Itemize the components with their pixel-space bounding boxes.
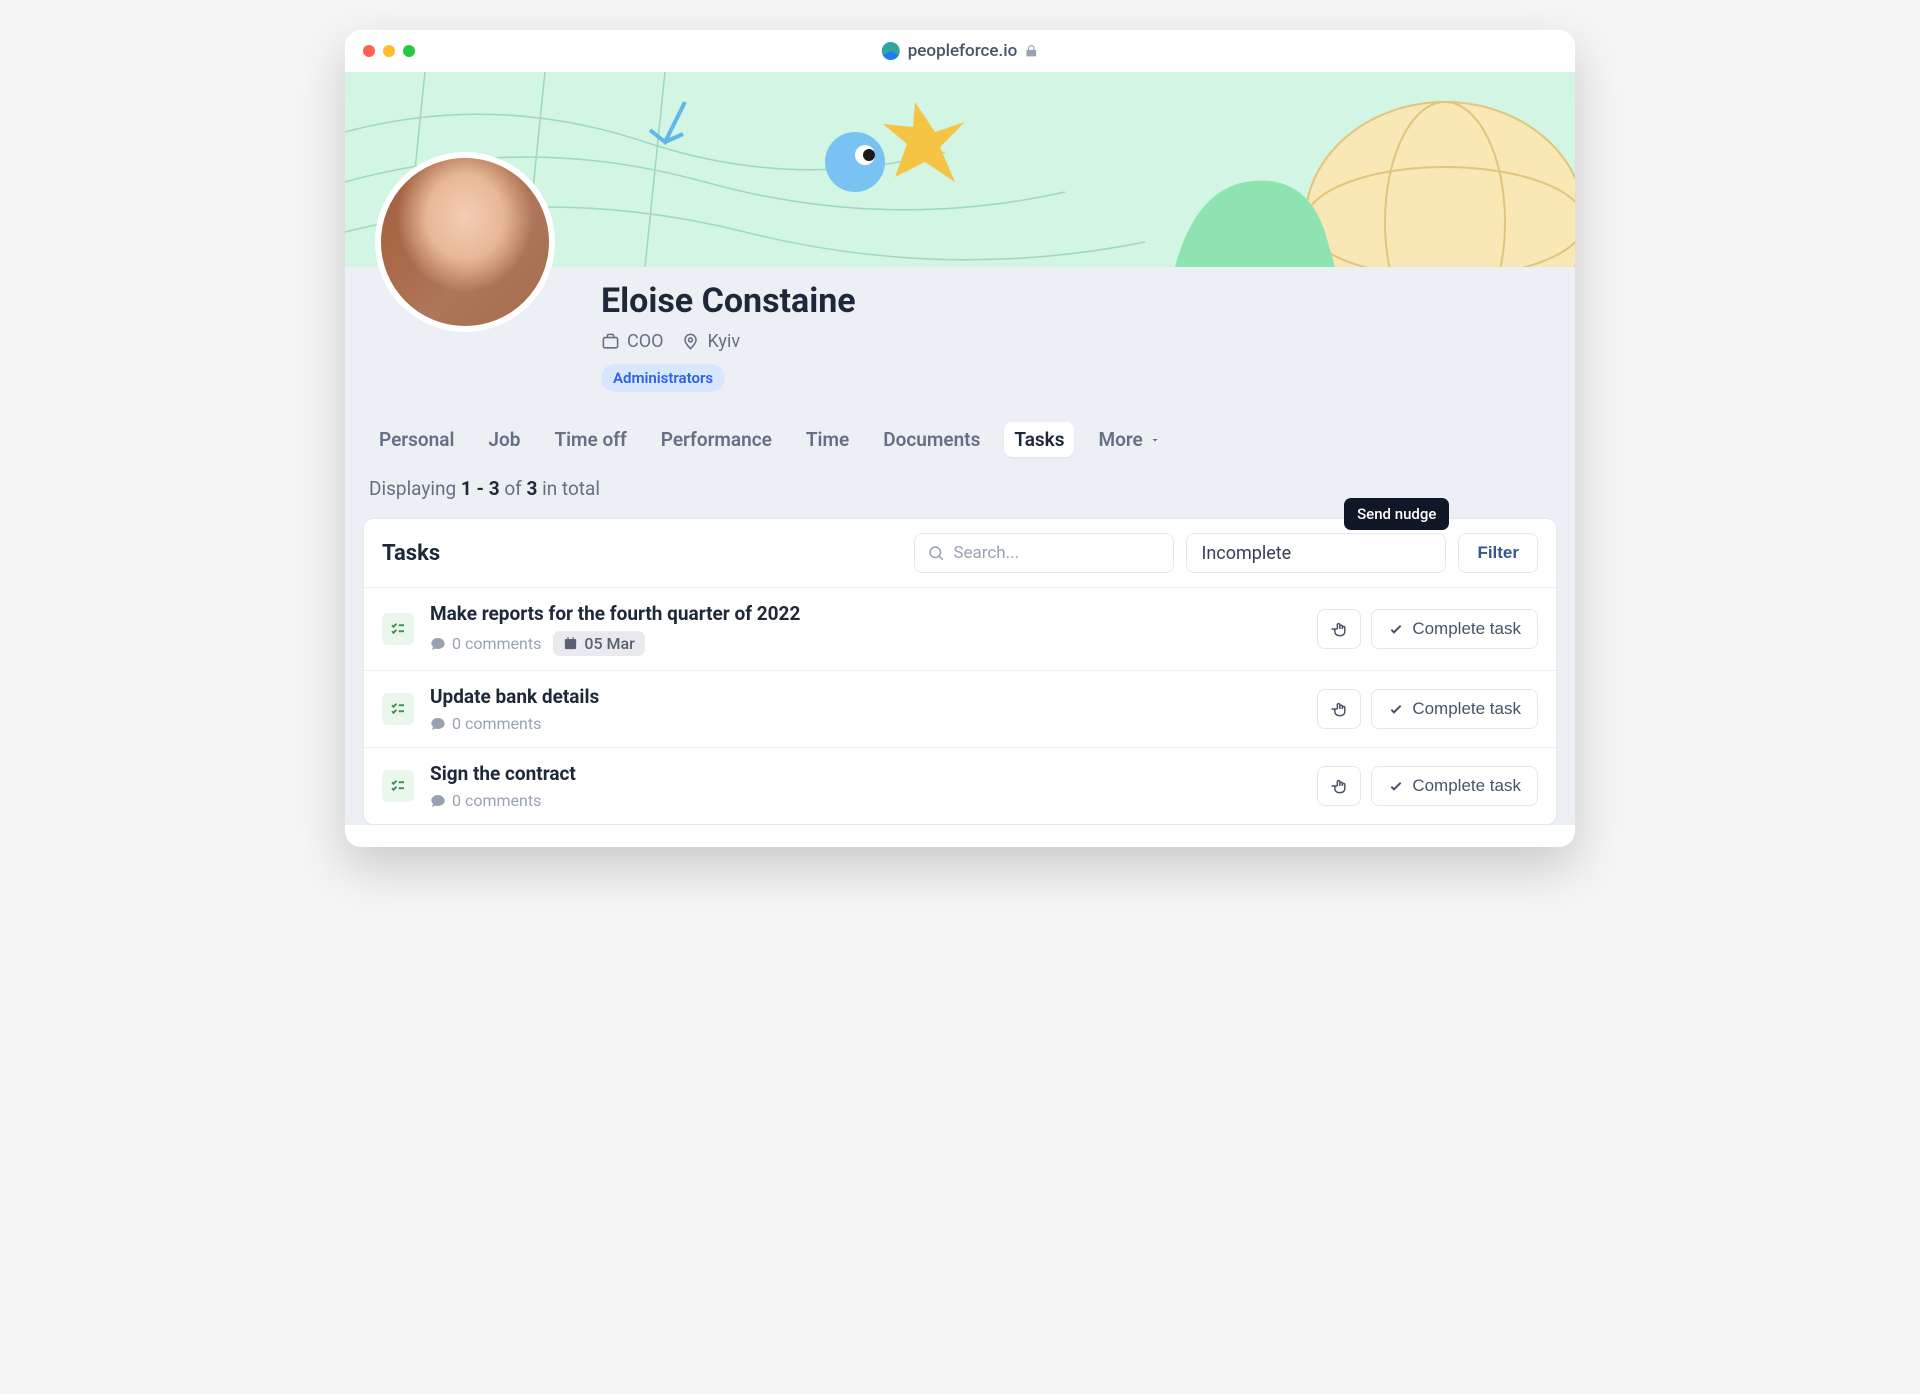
tasks-card: Tasks Search... Incomplete Send nudge Fi… xyxy=(363,518,1557,825)
briefcase-icon xyxy=(601,332,620,351)
tasks-heading: Tasks xyxy=(382,541,440,566)
comment-icon xyxy=(430,716,446,732)
tab-performance[interactable]: Performance xyxy=(651,422,782,457)
nudge-tooltip: Send nudge xyxy=(1344,498,1449,530)
check-icon xyxy=(1388,701,1404,717)
tab-documents[interactable]: Documents xyxy=(873,422,990,457)
location-text: Kyiv xyxy=(707,331,740,352)
task-title[interactable]: Sign the contract xyxy=(430,762,1301,785)
task-title[interactable]: Make reports for the fourth quarter of 2… xyxy=(430,602,1301,625)
chevron-down-icon xyxy=(1149,434,1161,446)
browser-window: peopleforce.io xyxy=(345,30,1575,847)
window-titlebar: peopleforce.io xyxy=(345,30,1575,72)
role: COO xyxy=(601,331,663,352)
task-row: Sign the contract 0 comments xyxy=(364,748,1556,824)
profile-header: Eloise Constaine COO Kyiv xyxy=(345,267,1575,410)
task-title[interactable]: Update bank details xyxy=(430,685,1301,708)
url-text: peopleforce.io xyxy=(908,41,1017,61)
lock-icon xyxy=(1025,44,1038,58)
search-input[interactable]: Search... xyxy=(914,533,1174,573)
avatar[interactable] xyxy=(375,152,555,332)
traffic-lights xyxy=(363,45,415,57)
send-nudge-button[interactable] xyxy=(1317,689,1361,729)
tab-time[interactable]: Time xyxy=(796,422,859,457)
send-nudge-button[interactable] xyxy=(1317,609,1361,649)
close-window-icon[interactable] xyxy=(363,45,375,57)
tab-more[interactable]: More xyxy=(1088,422,1170,457)
tab-personal[interactable]: Personal xyxy=(369,422,464,457)
search-icon xyxy=(927,544,945,562)
complete-task-button[interactable]: Complete task xyxy=(1371,766,1538,806)
pointing-hand-icon xyxy=(1329,619,1349,639)
role-text: COO xyxy=(627,331,663,352)
comments-link[interactable]: 0 comments xyxy=(430,634,541,653)
calendar-icon xyxy=(563,636,578,651)
task-meta: 0 comments 05 Mar xyxy=(430,631,1301,656)
comment-icon xyxy=(430,636,446,652)
page-content: Eloise Constaine COO Kyiv xyxy=(345,72,1575,825)
address-bar: peopleforce.io xyxy=(882,41,1038,61)
comments-link[interactable]: 0 comments xyxy=(430,714,541,733)
checklist-icon xyxy=(382,693,414,725)
tab-timeoff[interactable]: Time off xyxy=(544,422,636,457)
comment-icon xyxy=(430,793,446,809)
task-row: Update bank details 0 comments xyxy=(364,671,1556,748)
tab-more-label: More xyxy=(1098,428,1142,451)
profile-name: Eloise Constaine xyxy=(601,281,1551,321)
location-pin-icon xyxy=(681,332,700,351)
pointing-hand-icon xyxy=(1329,699,1349,719)
check-icon xyxy=(1388,621,1404,637)
search-placeholder: Search... xyxy=(953,543,1019,563)
location: Kyiv xyxy=(681,331,740,352)
checklist-icon xyxy=(382,613,414,645)
task-row: Make reports for the fourth quarter of 2… xyxy=(364,588,1556,671)
check-icon xyxy=(1388,778,1404,794)
complete-task-button[interactable]: Complete task xyxy=(1371,689,1538,729)
profile-meta: COO Kyiv xyxy=(601,331,1551,352)
due-date-badge[interactable]: 05 Mar xyxy=(553,631,644,656)
pointing-hand-icon xyxy=(1329,776,1349,796)
comments-link[interactable]: 0 comments xyxy=(430,791,541,810)
status-filter-select[interactable]: Incomplete Send nudge xyxy=(1186,533,1446,573)
complete-task-button[interactable]: Complete task xyxy=(1371,609,1538,649)
task-meta: 0 comments xyxy=(430,714,1301,733)
checklist-icon xyxy=(382,770,414,802)
site-favicon-icon xyxy=(882,42,900,60)
tab-job[interactable]: Job xyxy=(478,422,530,457)
maximize-window-icon[interactable] xyxy=(403,45,415,57)
task-meta: 0 comments xyxy=(430,791,1301,810)
minimize-window-icon[interactable] xyxy=(383,45,395,57)
status-filter-value: Incomplete xyxy=(1201,543,1291,564)
profile-tabs: Personal Job Time off Performance Time D… xyxy=(345,410,1575,473)
send-nudge-button[interactable] xyxy=(1317,766,1361,806)
tab-tasks[interactable]: Tasks xyxy=(1004,422,1074,457)
filter-button[interactable]: Filter xyxy=(1458,533,1538,573)
role-badge[interactable]: Administrators xyxy=(601,364,725,392)
tasks-toolbar: Tasks Search... Incomplete Send nudge Fi… xyxy=(364,519,1556,588)
